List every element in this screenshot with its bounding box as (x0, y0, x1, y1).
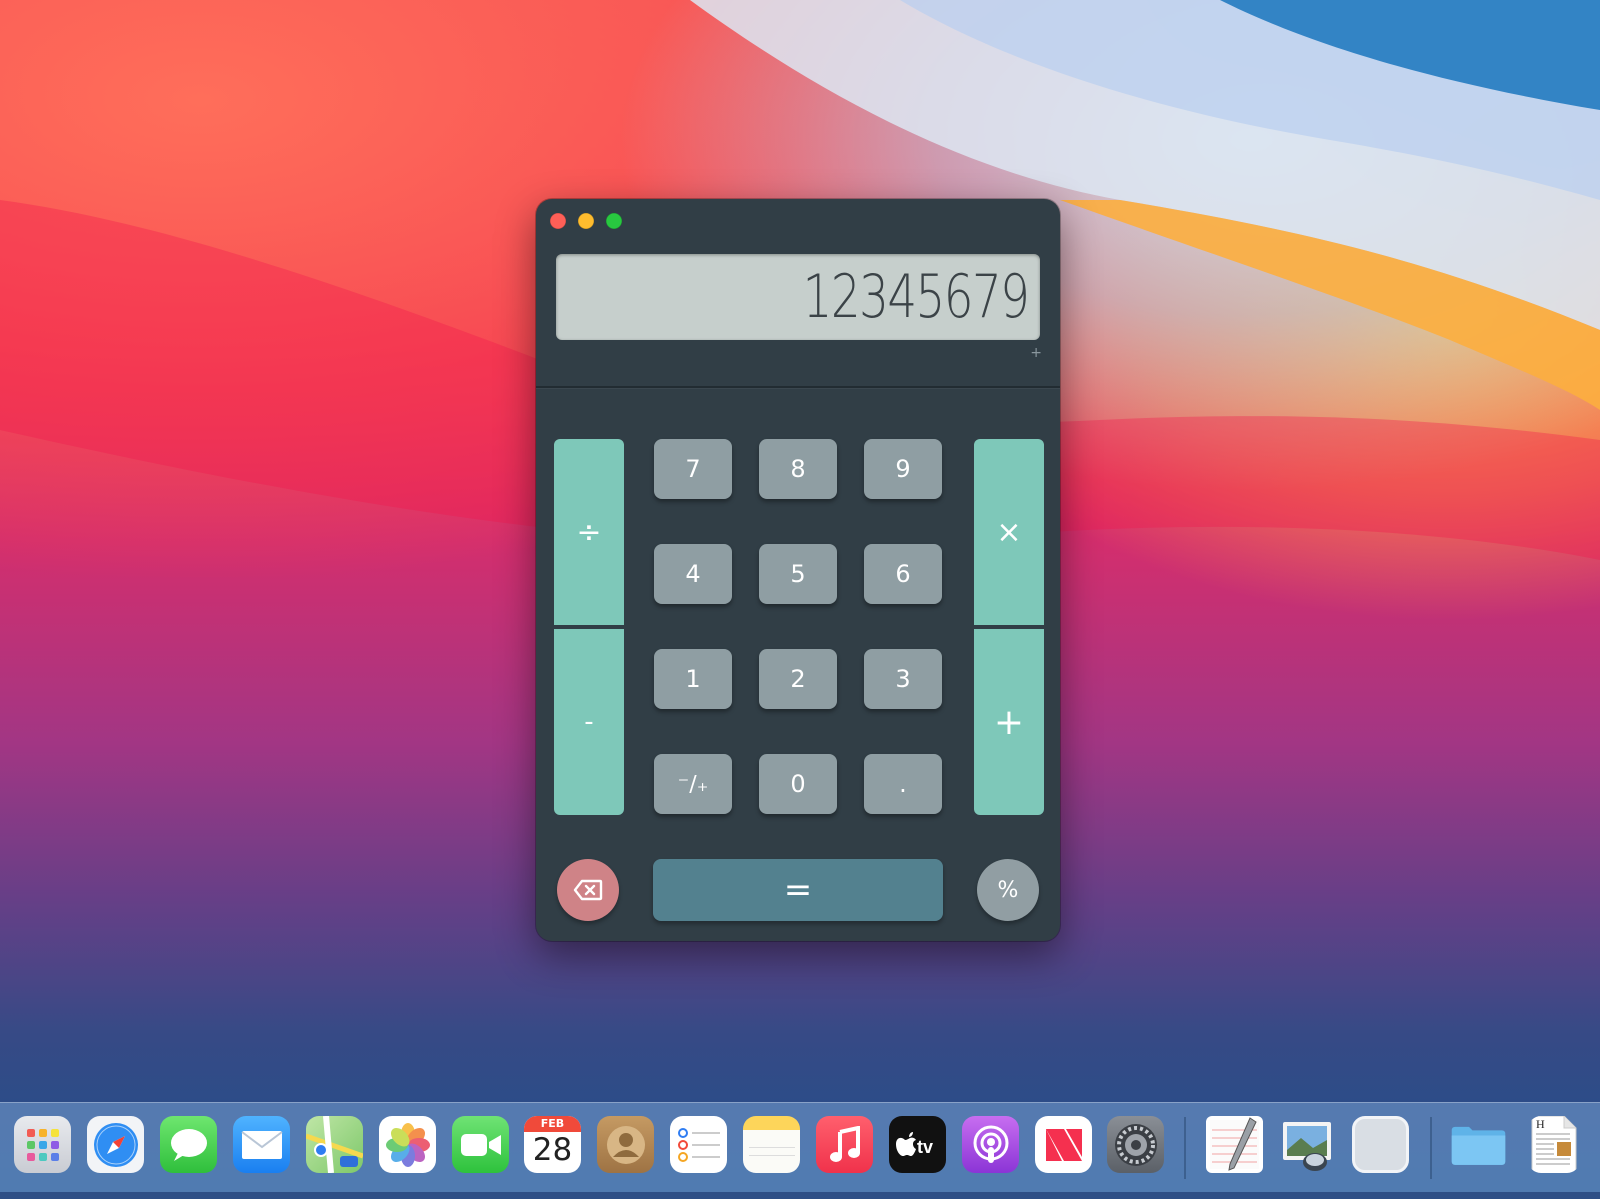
safari-icon[interactable] (87, 1116, 144, 1173)
document-icon[interactable]: H (1528, 1116, 1580, 1173)
reminders-icon[interactable] (670, 1116, 727, 1173)
backspace-icon (573, 879, 603, 901)
key-0[interactable]: 0 (759, 754, 837, 814)
svg-text:tv: tv (917, 1137, 933, 1157)
close-button[interactable] (550, 213, 566, 229)
news-icon[interactable] (1035, 1116, 1092, 1173)
calendar-day: 28 (532, 1132, 573, 1168)
music-icon[interactable] (816, 1116, 873, 1173)
notes-icon[interactable] (743, 1116, 800, 1173)
decimal-button[interactable]: . (864, 754, 942, 814)
calculator-display: 12345679 (556, 254, 1040, 340)
system-preferences-icon[interactable] (1107, 1116, 1164, 1173)
key-3[interactable]: 3 (864, 649, 942, 709)
equals-button[interactable]: = (653, 859, 943, 921)
dock: FEB 28 tv H (0, 1102, 1600, 1193)
preview-icon[interactable] (1279, 1116, 1336, 1173)
svg-text:H: H (1536, 1117, 1545, 1131)
key-4[interactable]: 4 (654, 544, 732, 604)
blank-app-icon[interactable] (1352, 1116, 1409, 1173)
photos-icon[interactable] (379, 1116, 436, 1173)
folder-icon[interactable] (1450, 1116, 1507, 1173)
messages-icon[interactable] (160, 1116, 217, 1173)
contacts-icon[interactable] (597, 1116, 654, 1173)
minimize-button[interactable] (578, 213, 594, 229)
dock-separator (1184, 1117, 1186, 1179)
facetime-icon[interactable] (452, 1116, 509, 1173)
dock-edge (0, 1192, 1600, 1199)
backspace-button[interactable] (557, 859, 619, 921)
plus-minus-button[interactable]: ⁻∕₊ (654, 754, 732, 814)
mail-icon[interactable] (233, 1116, 290, 1173)
key-9[interactable]: 9 (864, 439, 942, 499)
calendar-icon[interactable]: FEB 28 (524, 1116, 581, 1173)
add-button[interactable]: + (974, 629, 1044, 815)
percent-button[interactable]: % (977, 859, 1039, 921)
operation-indicator: + (1030, 345, 1042, 361)
multiply-button[interactable]: × (974, 439, 1044, 625)
podcasts-icon[interactable] (962, 1116, 1019, 1173)
divide-button[interactable]: ÷ (554, 439, 624, 625)
launchpad-icon[interactable] (14, 1116, 71, 1173)
tv-icon[interactable]: tv (889, 1116, 946, 1173)
key-8[interactable]: 8 (759, 439, 837, 499)
divider (536, 386, 1060, 388)
key-6[interactable]: 6 (864, 544, 942, 604)
dock-separator-2 (1430, 1117, 1432, 1179)
maps-icon[interactable] (306, 1116, 363, 1173)
textedit-icon[interactable] (1206, 1116, 1263, 1173)
key-2[interactable]: 2 (759, 649, 837, 709)
key-1[interactable]: 1 (654, 649, 732, 709)
calendar-month: FEB (524, 1116, 581, 1132)
subtract-button[interactable]: - (554, 629, 624, 815)
calculator-window: 12345679 + ÷ - × + 7 8 9 4 5 6 1 2 3 ⁻∕₊… (536, 199, 1060, 941)
key-7[interactable]: 7 (654, 439, 732, 499)
display-value: 12345679 (802, 262, 1029, 332)
maximize-button[interactable] (606, 213, 622, 229)
key-5[interactable]: 5 (759, 544, 837, 604)
